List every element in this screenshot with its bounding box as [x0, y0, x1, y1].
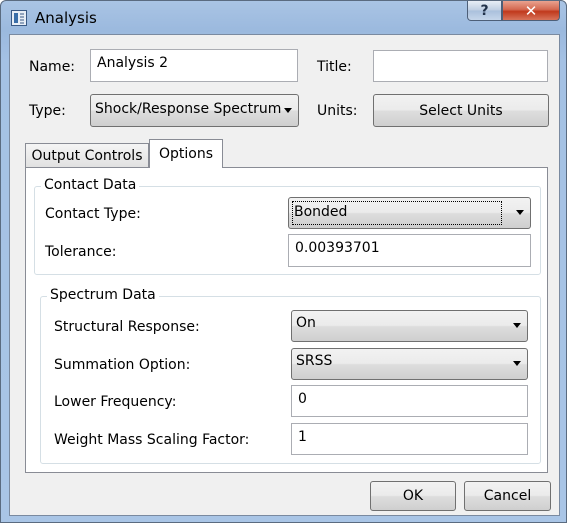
chevron-down-icon	[284, 107, 292, 113]
cancel-button-label: Cancel	[483, 488, 532, 504]
structural-response-dropdown[interactable]: On	[291, 310, 528, 342]
contact-data-group: Contact Data Contact Type: Bonded Tolera…	[34, 177, 541, 275]
contact-data-title: Contact Data	[41, 177, 140, 193]
chevron-down-icon	[513, 361, 521, 366]
options-panel: Contact Data Contact Type: Bonded Tolera…	[25, 167, 548, 473]
close-button[interactable]: ✕	[502, 1, 560, 21]
tab-output-controls[interactable]: Output Controls	[25, 143, 149, 168]
select-units-label: Select Units	[419, 102, 503, 119]
contact-type-label: Contact Type:	[45, 206, 141, 222]
tab-options[interactable]: Options	[149, 139, 223, 168]
weight-mass-scaling-input[interactable]: 1	[291, 423, 528, 455]
units-label: Units:	[317, 103, 358, 119]
name-input-value: Analysis 2	[97, 55, 169, 71]
weight-mass-scaling-value: 1	[298, 429, 307, 445]
spectrum-data-title: Spectrum Data	[47, 287, 159, 303]
summation-option-label: Summation Option:	[54, 357, 191, 373]
tab-label: Options	[158, 146, 214, 162]
contact-type-value: Bonded	[292, 201, 502, 225]
contact-type-dropdown[interactable]: Bonded	[288, 197, 531, 229]
lower-frequency-value: 0	[298, 391, 307, 407]
title-input[interactable]	[373, 50, 548, 82]
tolerance-input[interactable]: 0.00393701	[288, 234, 531, 267]
ok-button-label: OK	[402, 488, 424, 504]
analysis-grid-icon	[11, 10, 27, 26]
summation-option-value: SRSS	[296, 353, 333, 369]
tab-label: Output Controls	[31, 148, 143, 164]
chevron-down-icon	[513, 323, 521, 328]
window-title: Analysis	[35, 9, 97, 27]
analysis-dialog: Analysis ? ✕ Name: Analysis 2 Title: Typ…	[0, 0, 567, 523]
lower-frequency-label: Lower Frequency:	[54, 394, 177, 410]
structural-response-label: Structural Response:	[54, 319, 200, 335]
tolerance-value: 0.00393701	[295, 240, 380, 256]
type-dropdown[interactable]: Shock/Response Spectrum	[90, 94, 299, 127]
type-label: Type:	[29, 103, 66, 119]
select-units-button[interactable]: Select Units	[373, 94, 549, 127]
title-bar[interactable]: Analysis ? ✕	[1, 1, 566, 35]
dialog-body: Name: Analysis 2 Title: Type: Shock/Resp…	[9, 34, 560, 516]
ok-button[interactable]: OK	[370, 481, 456, 511]
weight-mass-scaling-label: Weight Mass Scaling Factor:	[54, 432, 250, 448]
chevron-down-icon	[516, 210, 524, 215]
name-input[interactable]: Analysis 2	[90, 49, 298, 82]
tolerance-label: Tolerance:	[45, 244, 117, 260]
lower-frequency-input[interactable]: 0	[291, 385, 528, 417]
title-label: Title:	[317, 59, 352, 75]
type-dropdown-value: Shock/Response Spectrum	[95, 101, 282, 117]
help-icon: ?	[480, 2, 489, 19]
structural-response-value: On	[296, 315, 316, 331]
summation-option-dropdown[interactable]: SRSS	[291, 348, 528, 380]
spectrum-data-group: Spectrum Data Structural Response: On Su…	[40, 287, 541, 464]
cancel-button[interactable]: Cancel	[464, 481, 551, 511]
help-button[interactable]: ?	[467, 1, 502, 21]
close-icon: ✕	[524, 1, 538, 20]
name-label: Name:	[29, 59, 76, 75]
